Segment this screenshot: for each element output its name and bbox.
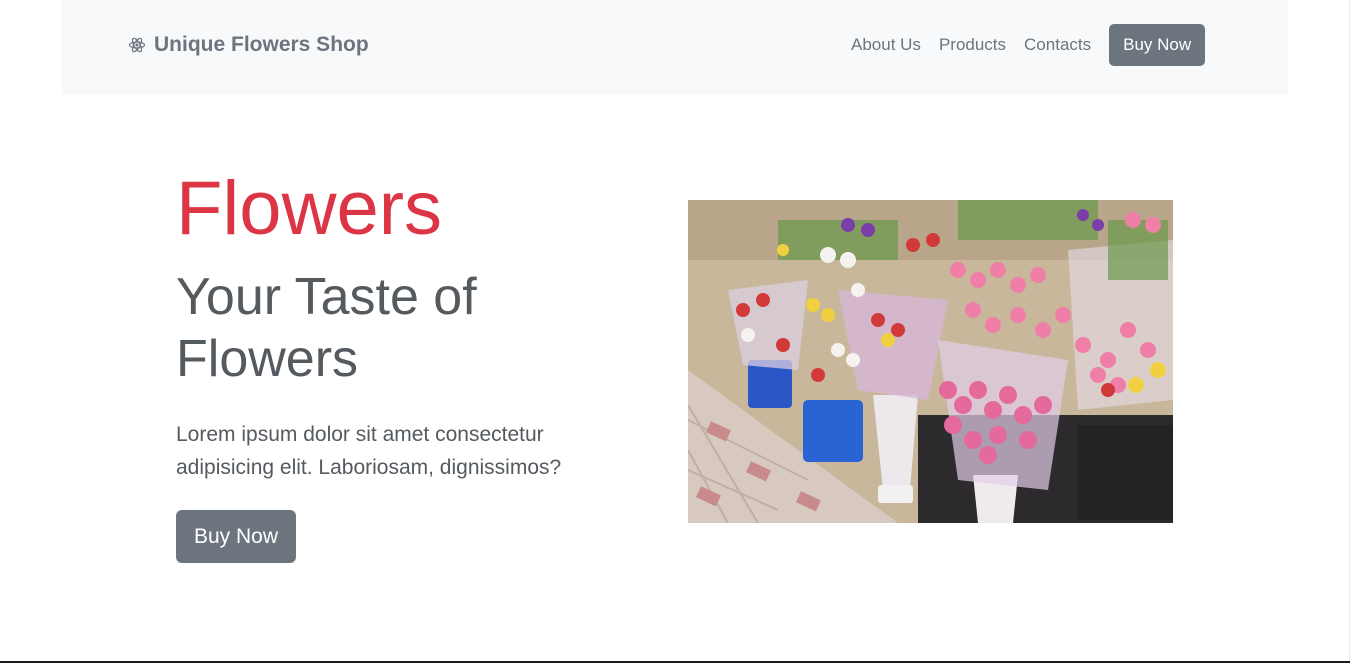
brand-name: Unique Flowers Shop — [154, 33, 369, 56]
nav-link-about-us[interactable]: About Us — [851, 35, 921, 55]
brand-link[interactable]: Unique Flowers Shop — [128, 33, 369, 57]
nav-link-products[interactable]: Products — [939, 35, 1006, 55]
hero-subtitle: Your Taste of Flowers — [176, 268, 477, 388]
hero-description: Lorem ipsum dolor sit amet consectetur a… — [176, 423, 562, 479]
hero-flowers-image — [688, 200, 1173, 523]
nav-buy-now-button[interactable]: Buy Now — [1109, 24, 1206, 66]
nav-link-contacts[interactable]: Contacts — [1024, 35, 1091, 55]
navbar: Unique Flowers Shop About Us Products Co… — [61, 0, 1288, 95]
hero-buy-now-button[interactable]: Buy Now — [176, 510, 297, 563]
nav-links: About Us Products Contacts Buy Now — [851, 24, 1206, 66]
hero-title: Flowers — [176, 166, 443, 251]
react-atom-icon — [128, 36, 146, 54]
